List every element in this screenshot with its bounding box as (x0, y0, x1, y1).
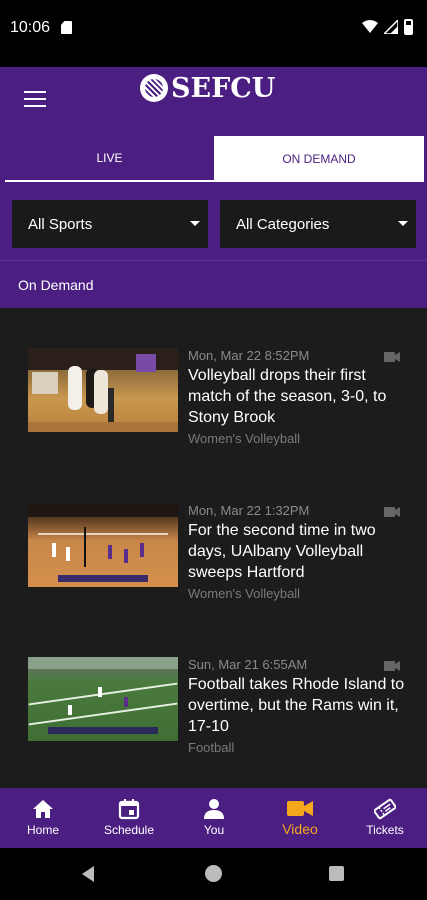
video-camera-icon (287, 801, 313, 816)
video-list-item[interactable]: Mon, Mar 22 8:52PM Volleyball drops thei… (0, 348, 427, 468)
tab-live[interactable]: LIVE (5, 136, 214, 182)
filter-bar: All Sports All Categories (0, 185, 427, 260)
nav-tickets[interactable]: Tickets (356, 788, 414, 848)
home-circle-icon[interactable] (205, 865, 222, 882)
video-meta: Mon, Mar 22 1:32PM For the second time i… (188, 503, 408, 601)
status-bar: 10:06 (0, 0, 427, 67)
video-meta: Mon, Mar 22 8:52PM Volleyball drops thei… (188, 348, 408, 446)
tab-on-demand[interactable]: ON DEMAND (214, 136, 424, 182)
sefcu-logo: SEFCU (140, 71, 275, 105)
video-list: Mon, Mar 22 8:52PM Volleyball drops thei… (0, 308, 427, 788)
video-meta: Sun, Mar 21 6:55AM Football takes Rhode … (188, 657, 408, 755)
recent-apps-icon[interactable] (329, 866, 344, 881)
calendar-icon (118, 799, 140, 820)
nav-label: Home (26, 823, 59, 837)
home-icon (33, 800, 53, 818)
video-date: Mon, Mar 22 1:32PM (188, 503, 310, 518)
categories-dropdown-value: All Categories (236, 215, 330, 233)
nav-label: Schedule (103, 823, 155, 837)
video-camera-icon (384, 661, 400, 671)
video-thumbnail[interactable] (28, 348, 178, 432)
nav-video[interactable]: Video (272, 788, 328, 848)
video-title[interactable]: For the second time in two days, UAlbany… (188, 520, 408, 583)
sefcu-logo-mark-icon (140, 74, 168, 102)
video-list-item[interactable]: Sun, Mar 21 6:55AM Football takes Rhode … (0, 657, 427, 777)
back-icon[interactable] (82, 866, 94, 882)
bottom-nav: Home Schedule You Video Tickets (0, 788, 427, 848)
nav-label: Video (282, 821, 318, 837)
nav-label: Tickets (366, 823, 404, 837)
sports-dropdown[interactable]: All Sports (12, 200, 208, 248)
nav-you[interactable]: You (194, 788, 234, 848)
status-time: 10:06 (10, 19, 51, 36)
hamburger-menu-icon[interactable] (24, 91, 46, 107)
person-icon (204, 799, 224, 819)
nav-schedule[interactable]: Schedule (98, 788, 160, 848)
video-category: Women's Volleyball (188, 431, 301, 446)
nav-home[interactable]: Home (18, 788, 68, 848)
system-navigation-bar (0, 848, 427, 900)
video-category: Football (188, 740, 235, 755)
nav-label: You (203, 823, 225, 837)
video-date: Sun, Mar 21 6:55AM (188, 657, 308, 672)
wifi-icon (362, 20, 378, 33)
video-camera-icon (384, 507, 400, 517)
ticket-icon (374, 798, 396, 820)
video-title[interactable]: Football takes Rhode Island to overtime,… (188, 674, 408, 737)
app-header: SEFCU (0, 67, 427, 130)
video-thumbnail[interactable] (28, 657, 178, 741)
video-title[interactable]: Volleyball drops their first match of th… (188, 365, 408, 428)
signal-icon (384, 20, 398, 34)
section-title: On Demand (18, 277, 94, 293)
video-category: Women's Volleyball (188, 586, 301, 601)
logo-text: SEFCU (171, 72, 276, 104)
dropdown-caret-icon (398, 221, 408, 226)
tab-bar: LIVE ON DEMAND (0, 130, 427, 185)
dropdown-caret-icon (190, 221, 200, 226)
video-list-item[interactable]: Mon, Mar 22 1:32PM For the second time i… (0, 503, 427, 623)
video-date: Mon, Mar 22 8:52PM (188, 348, 310, 363)
battery-icon (404, 19, 413, 35)
sd-card-icon (61, 21, 72, 34)
video-camera-icon (384, 352, 400, 362)
status-icons (362, 19, 413, 35)
sports-dropdown-value: All Sports (28, 215, 93, 233)
section-header: On Demand (0, 260, 427, 308)
categories-dropdown[interactable]: All Categories (220, 200, 416, 248)
video-thumbnail[interactable] (28, 503, 178, 587)
